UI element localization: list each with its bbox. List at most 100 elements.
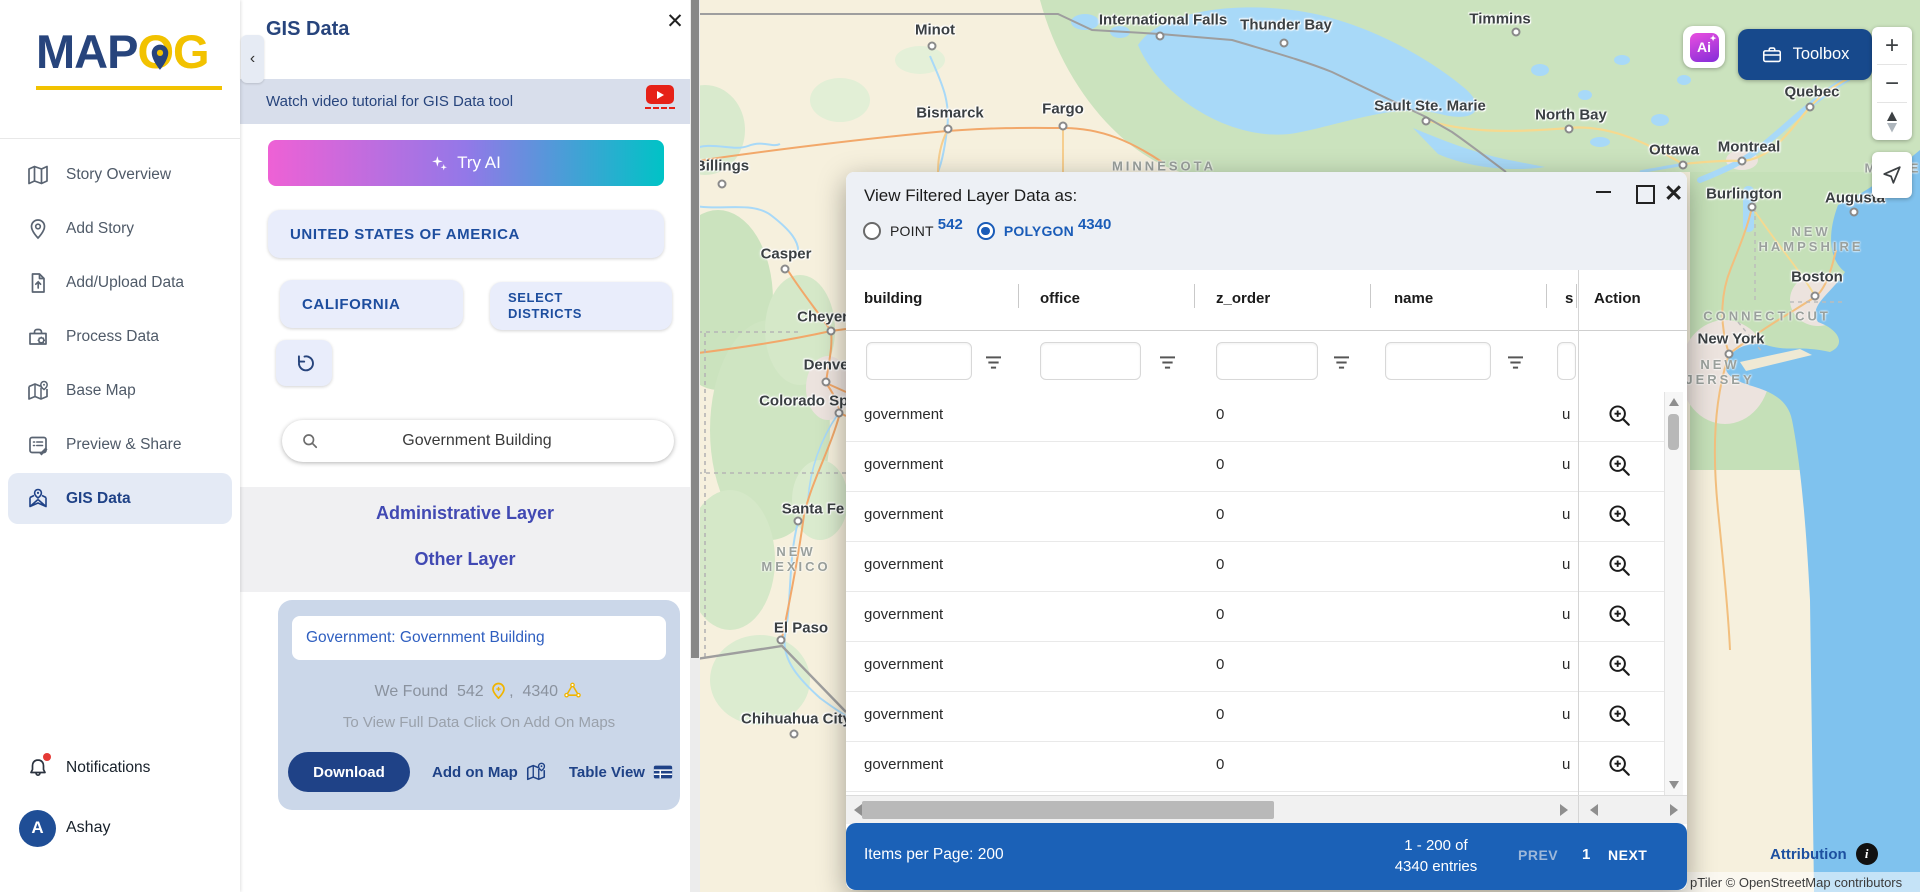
sidebar-item-label: Preview & Share <box>66 435 182 453</box>
toolbox-button[interactable]: Toolbox <box>1738 29 1872 80</box>
sidebar-item-icon <box>26 325 50 349</box>
zoom-in-button[interactable]: + <box>1872 27 1912 64</box>
maximize-icon[interactable] <box>1636 185 1655 204</box>
zoom-out-button[interactable]: − <box>1872 65 1912 102</box>
filter-icon-name[interactable] <box>1508 356 1523 369</box>
cell-building: government <box>864 606 944 623</box>
sidebar-item[interactable]: GIS Data <box>8 473 232 524</box>
zoom-to-feature-icon[interactable] <box>1606 402 1634 430</box>
cell-s: u <box>1562 656 1571 673</box>
other-layer-heading[interactable]: Other Layer <box>240 549 690 570</box>
youtube-icon[interactable] <box>646 85 674 104</box>
action-scroll-right-arrow-icon[interactable] <box>1670 804 1678 816</box>
add-on-map-button[interactable]: Add on Map <box>432 761 547 783</box>
zoom-to-feature-icon[interactable] <box>1606 602 1634 630</box>
ai-tool-button[interactable]: Ai ✦ <box>1683 26 1725 68</box>
action-scroll-left-arrow-icon[interactable] <box>1590 804 1598 816</box>
filter-icon-office[interactable] <box>1160 356 1175 369</box>
cell-building: government <box>864 756 944 773</box>
column-header-name[interactable]: name <box>1394 290 1433 307</box>
filter-input-s[interactable] <box>1557 342 1576 380</box>
table-view-button[interactable]: Table View <box>569 761 674 783</box>
video-tutorial-banner[interactable]: Watch video tutorial for GIS Data tool <box>240 79 690 124</box>
column-header-building[interactable]: building <box>864 290 922 307</box>
table-row[interactable]: government 0 u <box>846 542 1664 592</box>
table-row[interactable]: government 0 u <box>846 742 1664 792</box>
column-header-s[interactable]: s <box>1565 290 1573 307</box>
download-button[interactable]: Download <box>288 752 410 792</box>
sidebar-item[interactable]: Base Map <box>8 365 232 416</box>
mapog-logo[interactable]: MAPOG <box>36 24 222 96</box>
scroll-up-arrow-icon[interactable] <box>1669 398 1679 406</box>
try-ai-button[interactable]: Try AI <box>268 140 664 186</box>
user-menu[interactable]: A Ashay <box>0 805 240 851</box>
filter-icon-z-order[interactable] <box>1334 356 1349 369</box>
filter-input-z-order[interactable] <box>1216 342 1318 380</box>
zoom-to-feature-icon[interactable] <box>1606 652 1634 680</box>
layer-result-title[interactable]: Government: Government Building <box>292 616 666 660</box>
country-button[interactable]: UNITED STATES OF AMERICA <box>268 210 664 258</box>
table-row[interactable]: government 0 u <box>846 442 1664 492</box>
table-filter-row <box>846 331 1687 392</box>
administrative-layer-heading[interactable]: Administrative Layer <box>240 503 690 524</box>
panel-scrollbar-thumb[interactable] <box>691 0 699 658</box>
sidebar-item[interactable]: Story Overview <box>8 149 232 200</box>
search-box[interactable] <box>282 420 674 462</box>
compass-button[interactable] <box>1872 103 1912 140</box>
next-page-button[interactable]: NEXT <box>1608 847 1647 863</box>
zoom-to-feature-icon[interactable] <box>1606 752 1634 780</box>
scroll-right-arrow-icon[interactable] <box>1560 804 1568 816</box>
sidebar-item[interactable]: Add Story <box>8 203 232 254</box>
polygon-radio[interactable] <box>976 222 995 240</box>
filter-input-building[interactable] <box>866 342 972 380</box>
table-row[interactable]: government 0 u <box>846 492 1664 542</box>
table-row[interactable]: government 0 u <box>846 692 1664 742</box>
sidebar-item[interactable]: Add/Upload Data <box>8 257 232 308</box>
zoom-to-feature-icon[interactable] <box>1606 502 1634 530</box>
table-row[interactable]: government 0 u <box>846 592 1664 642</box>
table-row[interactable]: government 0 u <box>846 642 1664 692</box>
locate-button[interactable] <box>1872 152 1912 198</box>
zoom-to-feature-icon[interactable] <box>1606 552 1634 580</box>
panel-close-button[interactable]: ✕ <box>660 6 690 36</box>
toolbox-icon <box>1761 44 1783 66</box>
logo-map-text: MAP <box>36 25 138 78</box>
zoom-to-feature-icon[interactable] <box>1606 702 1634 730</box>
table-horizontal-scrollbar[interactable] <box>846 795 1687 824</box>
sidebar-collapse-button[interactable]: ‹ <box>241 35 264 83</box>
table-body: government 0 u government 0 u government… <box>846 392 1664 795</box>
search-input[interactable] <box>320 431 634 451</box>
filter-input-name[interactable] <box>1385 342 1491 380</box>
layer-result-card: Government: Government Building We Found… <box>278 600 680 810</box>
point-radio[interactable] <box>863 222 881 240</box>
minimize-icon[interactable] <box>1594 182 1614 202</box>
filter-icon-building[interactable] <box>986 356 1001 369</box>
zoom-to-feature-icon[interactable] <box>1606 452 1634 480</box>
entries-range: 1 - 200 of 4340 entries <box>1394 837 1478 875</box>
panel-scrollbar[interactable] <box>690 0 700 892</box>
video-tutorial-label: Watch video tutorial for GIS Data tool <box>266 93 514 110</box>
state-button[interactable]: CALIFORNIA <box>280 280 463 328</box>
sidebar-item-label: Add Story <box>66 219 135 237</box>
horizontal-scrollbar-thumb[interactable] <box>862 801 1274 819</box>
undo-button[interactable] <box>276 340 332 386</box>
cell-building: government <box>864 406 944 423</box>
prev-page-button[interactable]: PREV <box>1518 847 1558 863</box>
scroll-down-arrow-icon[interactable] <box>1669 781 1679 789</box>
column-header-z-order[interactable]: z_order <box>1216 290 1270 307</box>
current-page: 1 <box>1582 846 1591 863</box>
filter-input-office[interactable] <box>1040 342 1141 380</box>
info-icon[interactable]: i <box>1855 843 1878 865</box>
close-icon[interactable]: ✕ <box>1664 182 1683 205</box>
select-districts-button[interactable]: SELECT DISTRICTS <box>490 282 672 330</box>
vertical-scrollbar-thumb[interactable] <box>1668 414 1679 450</box>
sidebar-item-notifications[interactable]: Notifications <box>0 743 240 793</box>
table-row[interactable]: government 0 u <box>846 392 1664 442</box>
scroll-left-arrow-icon[interactable] <box>854 804 862 816</box>
items-per-page[interactable]: Items per Page: 200 <box>864 846 1004 864</box>
geometry-type-radios: POINT 542 POLYGON 4340 <box>863 216 1125 240</box>
column-header-office[interactable]: office <box>1040 290 1080 307</box>
table-vertical-scrollbar[interactable] <box>1664 392 1683 795</box>
sidebar-item[interactable]: Preview & Share <box>8 419 232 470</box>
sidebar-item[interactable]: Process Data <box>8 311 232 362</box>
